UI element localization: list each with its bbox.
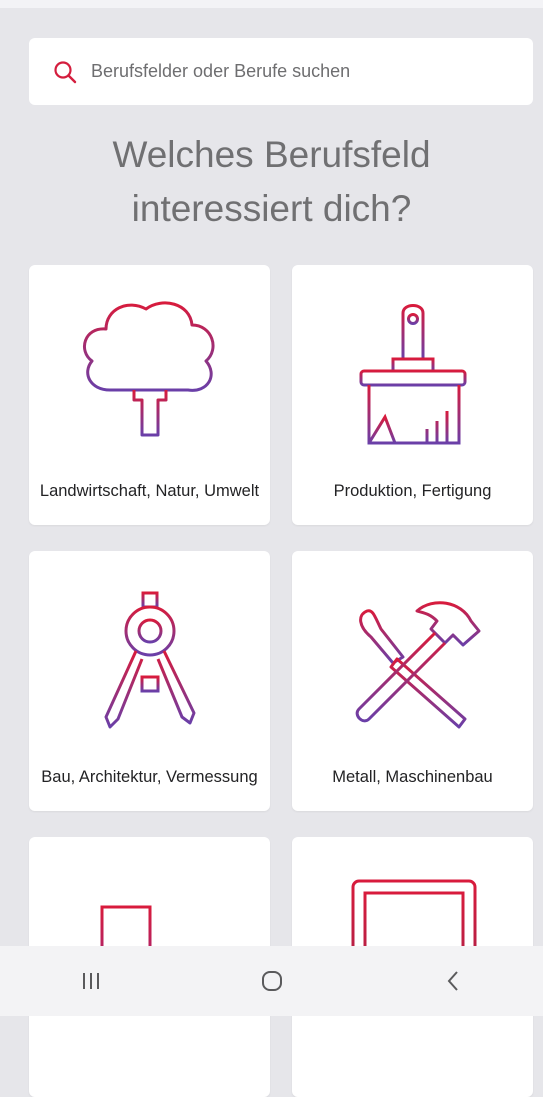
status-bar-strip [0, 0, 543, 8]
page-title: Welches Berufsfeld interessiert dich? [0, 128, 543, 236]
category-label: Landwirtschaft, Natur, Umwelt [39, 482, 260, 500]
back-button[interactable] [423, 956, 483, 1006]
category-label: Metall, Maschinenbau [332, 768, 493, 786]
category-card-bau[interactable]: Bau, Architektur, Vermessung [29, 551, 270, 811]
page-title-line-2: interessiert dich? [131, 188, 412, 229]
home-icon [261, 971, 282, 991]
back-chevron-icon [447, 971, 458, 991]
category-label: Produktion, Fertigung [333, 482, 492, 500]
paintbrush-icon [359, 304, 466, 445]
system-navigation-bar [0, 946, 543, 1016]
page-title-line-1: Welches Berufsfeld [112, 134, 431, 175]
home-button[interactable] [242, 956, 302, 1006]
recent-apps-button[interactable] [61, 956, 121, 1006]
compass-icon [79, 591, 220, 729]
search-bar[interactable] [29, 38, 533, 105]
hammer-screwdriver-icon [355, 601, 480, 729]
category-card-metall[interactable]: Metall, Maschinenbau [292, 551, 533, 811]
search-input[interactable] [91, 61, 511, 82]
search-icon [53, 60, 77, 84]
category-card-landwirtschaft[interactable]: Landwirtschaft, Natur, Umwelt [29, 265, 270, 525]
recent-apps-icon [82, 973, 99, 989]
tree-icon [82, 301, 214, 437]
category-card-produktion[interactable]: Produktion, Fertigung [292, 265, 533, 525]
category-label: Bau, Architektur, Vermessung [41, 768, 258, 786]
